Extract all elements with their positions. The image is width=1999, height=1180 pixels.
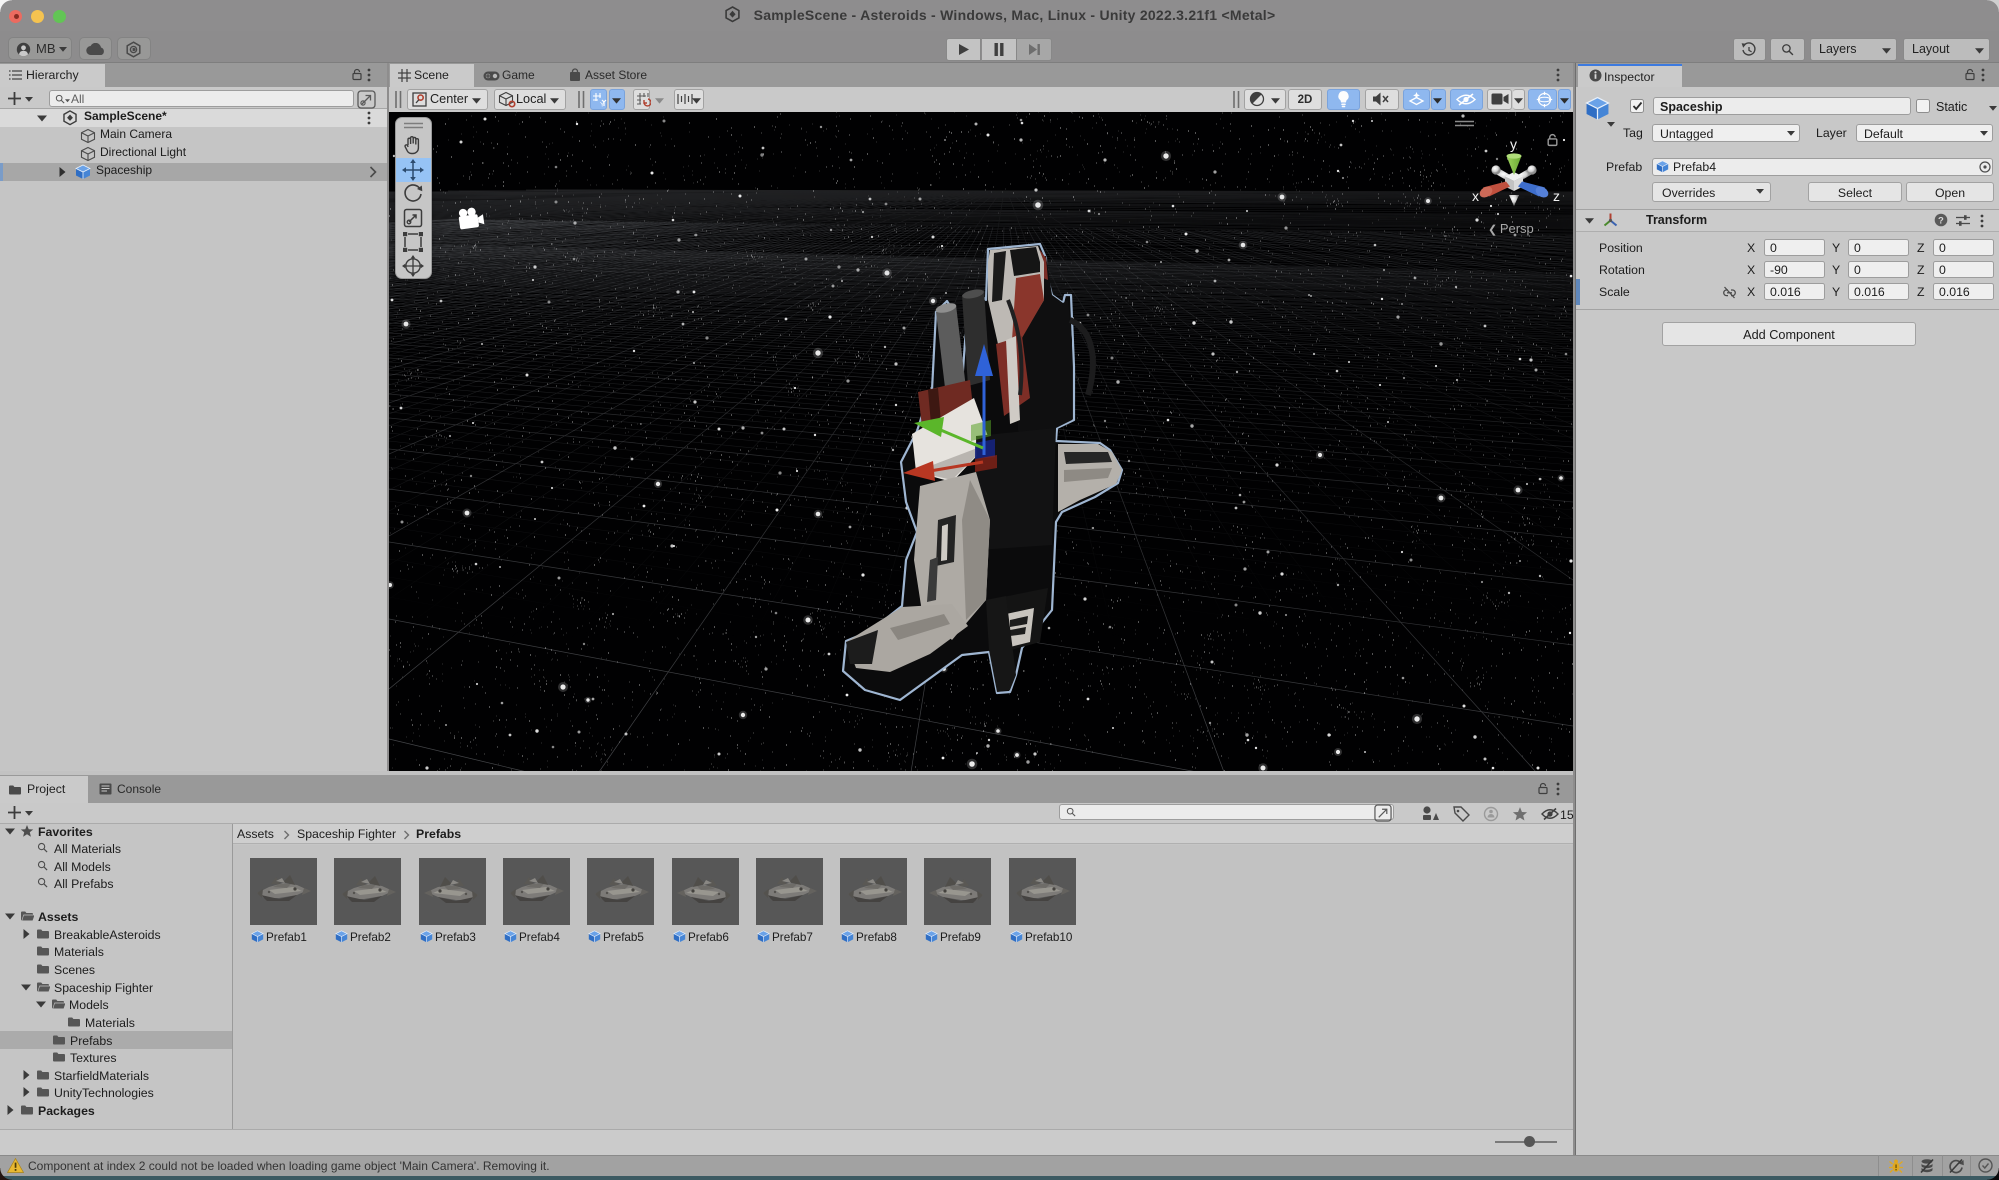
svg-text:?: ? (1938, 216, 1944, 227)
svg-text:z: z (1553, 188, 1560, 204)
svg-text:Y: Y (600, 102, 605, 108)
svg-text:y: y (1510, 136, 1517, 152)
svg-text:x: x (1472, 188, 1479, 204)
